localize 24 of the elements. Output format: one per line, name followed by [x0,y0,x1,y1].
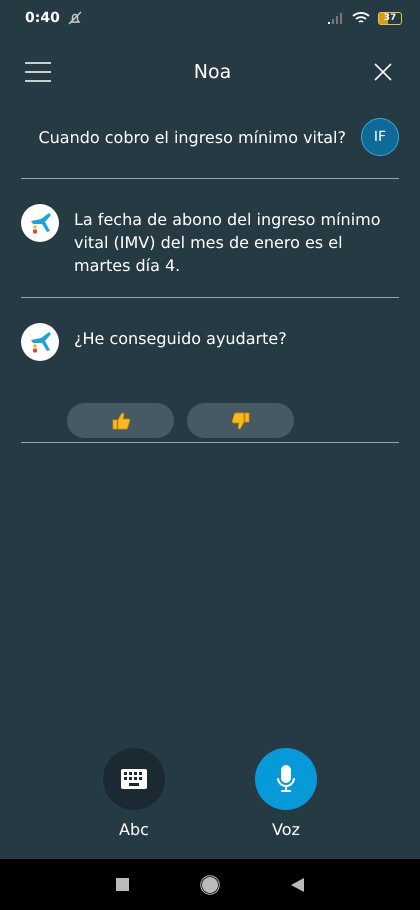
back-button[interactable] [291,878,304,892]
thumbs-down-icon [230,410,250,430]
logo-icon [21,204,59,242]
clock-time: 0:40 [25,10,60,26]
thumbs-up-icon [110,410,130,430]
close-button[interactable] [374,63,392,81]
user-avatar: IF [361,118,399,156]
chat-title: Noa [192,61,232,83]
thumbs-down-button[interactable] [187,403,294,438]
message-text: La fecha de abono del ingreso mínimo vital (IMV) del mes de enero es el martes día 4. [74,209,382,277]
mode-label: Abc [119,820,149,839]
signal-icon [328,12,344,24]
message-text: Cuando cobro el ingreso mínimo vital? [38,126,346,148]
thumbs-up-button[interactable] [67,403,174,438]
logo-icon [21,323,59,361]
keyboard-icon [121,769,147,789]
wifi-icon [352,11,370,25]
microphone-icon [275,765,297,793]
home-button[interactable] [200,874,220,894]
mode-label: Voz [272,820,300,839]
recents-button[interactable] [116,878,129,891]
message-text: ¿He conseguido ayudarte? [74,328,288,350]
menu-button[interactable] [25,62,51,82]
bell-off-icon [68,11,82,25]
